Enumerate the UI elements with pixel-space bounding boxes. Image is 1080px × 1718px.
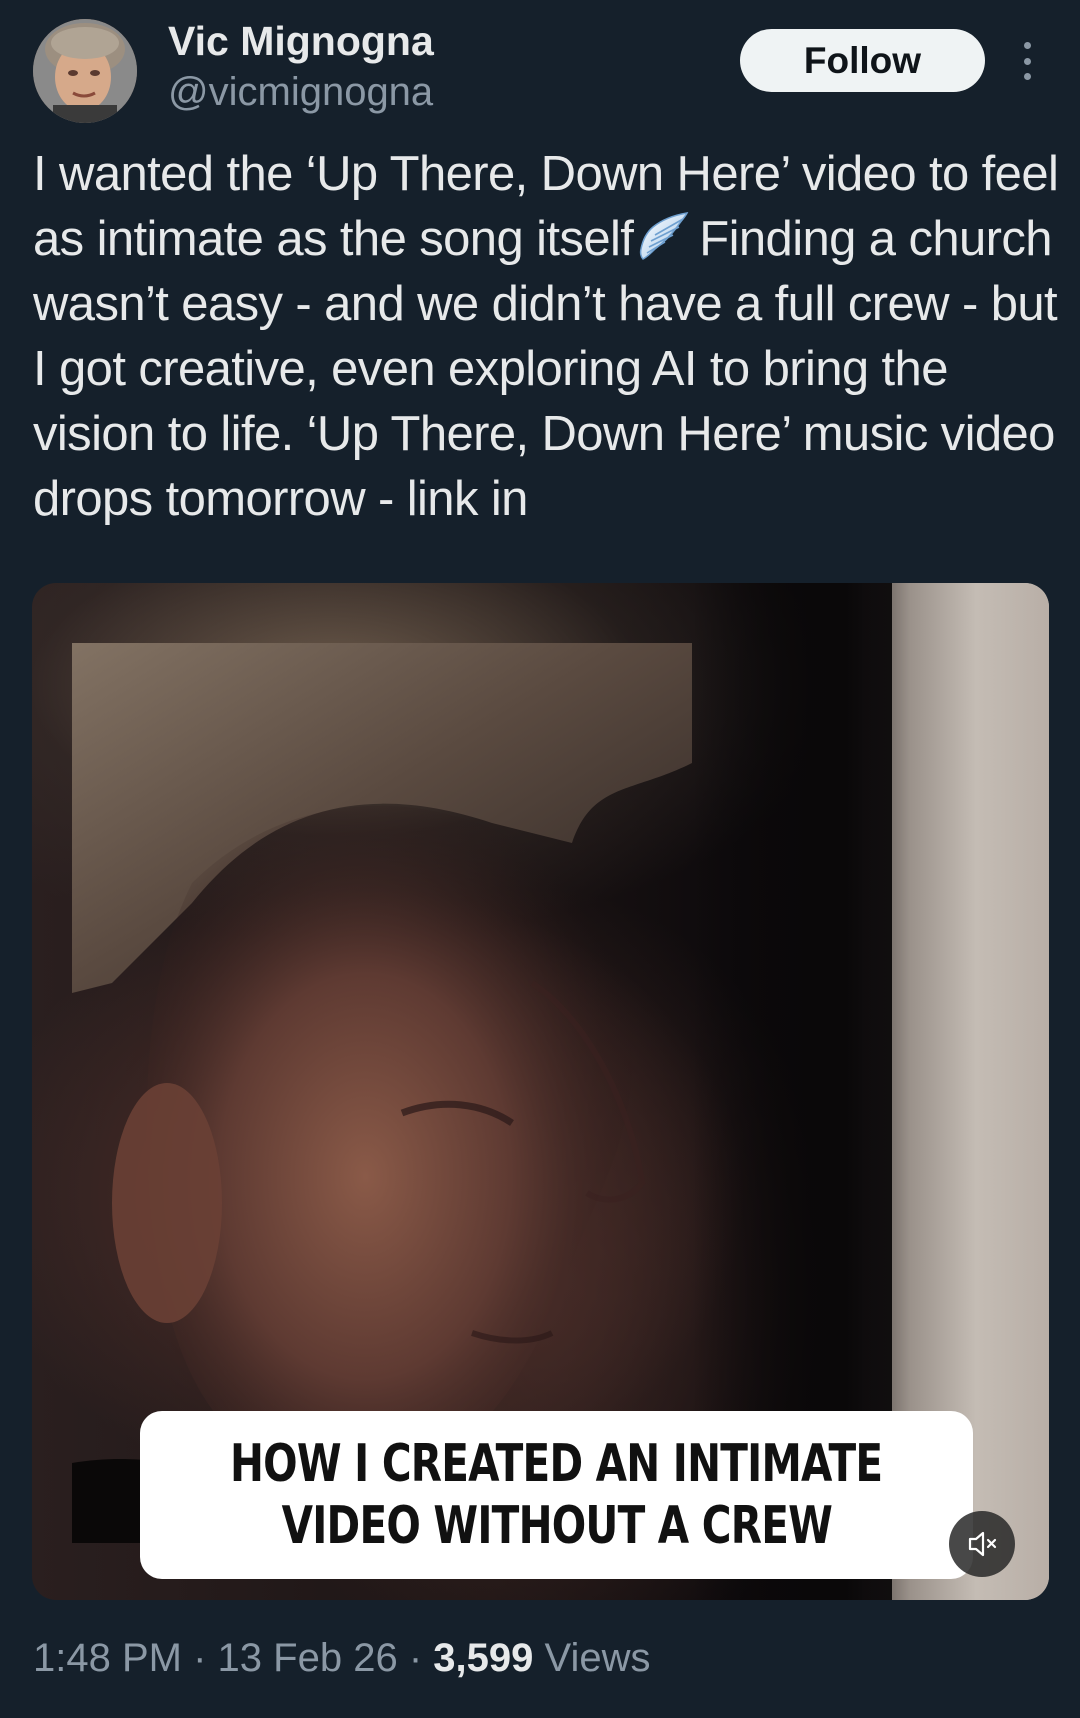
separator: · (408, 1636, 423, 1680)
user-handle[interactable]: @vicmignogna (168, 70, 433, 115)
more-vertical-icon[interactable] (1010, 36, 1044, 86)
wing-icon (640, 212, 689, 260)
tweet-date[interactable]: 13 Feb 26 (218, 1636, 398, 1680)
views-label: Views (544, 1636, 651, 1680)
video-caption: HOW I CREATED AN INTIMATE VIDEO WITHOUT … (140, 1411, 973, 1579)
caption-line-1: HOW I CREATED AN INTIMATE (230, 1434, 883, 1494)
views-count: 3,599 (433, 1636, 534, 1680)
caption-line-2: VIDEO WITHOUT A CREW (281, 1496, 832, 1556)
video-player[interactable]: HOW I CREATED AN INTIMATE VIDEO WITHOUT … (32, 583, 1049, 1600)
follow-button[interactable]: Follow (740, 29, 985, 92)
tweet-time[interactable]: 1:48 PM (33, 1636, 182, 1680)
video-frame-person (72, 643, 692, 1543)
separator: · (193, 1636, 207, 1680)
tweet-header: Vic Mignogna @vicmignogna Follow (0, 0, 1080, 140)
tweet-meta: 1:48 PM · 13 Feb 26 · 3,599 Views (33, 1636, 650, 1681)
mute-button[interactable] (949, 1511, 1015, 1577)
volume-muted-icon (968, 1531, 997, 1557)
display-name[interactable]: Vic Mignogna (168, 18, 434, 65)
tweet-text: I wanted the ‘Up There, Down Here’ video… (33, 142, 1063, 532)
avatar[interactable] (33, 19, 137, 123)
